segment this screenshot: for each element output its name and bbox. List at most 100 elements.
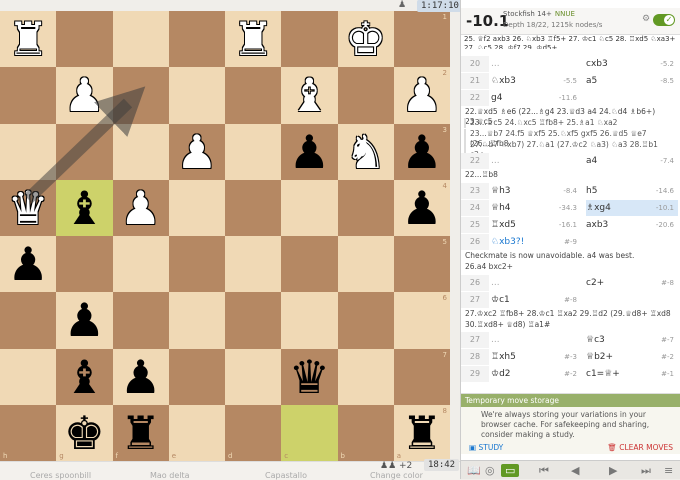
black-move[interactable]: c2+ #-8 <box>586 275 678 291</box>
square-g2[interactable]: ♝ <box>56 348 113 405</box>
black-move[interactable]: axb3 -20.6 <box>586 217 678 233</box>
square-d3[interactable] <box>225 292 282 349</box>
square-e6[interactable]: ♟ <box>168 123 225 180</box>
white-move[interactable]: ... <box>491 153 581 169</box>
square-g4[interactable] <box>56 236 113 293</box>
square-b2[interactable] <box>337 348 394 405</box>
white-move[interactable]: ... <box>491 275 581 291</box>
target-icon[interactable]: ◎ <box>485 464 495 477</box>
square-e4[interactable] <box>168 236 225 293</box>
variation-line[interactable]: 23...♕c5 24.♘xc5 ♖fb8+ 25.♗a1 ♘xa2 <box>464 118 674 128</box>
white-move[interactable]: ♔d2 #-2 <box>491 366 581 382</box>
square-c5[interactable] <box>281 179 338 236</box>
square-a1[interactable]: ♜ 8 a <box>393 404 450 461</box>
gear-icon[interactable]: ⚙ <box>642 14 650 24</box>
square-h8[interactable]: ♜ <box>0 11 57 68</box>
white-rook[interactable]: ♜ <box>8 16 49 62</box>
white-queen[interactable]: ♛ <box>8 185 49 231</box>
square-g8[interactable] <box>56 11 113 68</box>
square-e2[interactable] <box>168 348 225 405</box>
square-b1[interactable]: b <box>337 404 394 461</box>
square-g1[interactable]: ♚ g <box>56 404 113 461</box>
square-a8[interactable]: 1 <box>393 11 450 68</box>
black-move[interactable]: cxb3 -5.2 <box>586 56 678 72</box>
square-g3[interactable]: ♟ <box>56 292 113 349</box>
move-comment[interactable]: 22...♖b8 <box>461 170 680 180</box>
square-a7[interactable]: ♟ 2 <box>393 67 450 124</box>
chess-board[interactable]: ♜ ♜ ♚ 1 ♟ ♝ ♟ 2 ♟ ♟ ♞ ♟ 3 ♛ ♝ ♟ ♟ 4 ♟ 5 ♟ 6 ♝ ♟ ♛ 7 h ♚ g ♜ f e d c b ♜ 8 a <box>0 11 450 461</box>
square-c3[interactable] <box>281 292 338 349</box>
white-move[interactable]: ♕h4 -34.3 <box>491 200 581 216</box>
black-rook[interactable]: ♜ <box>120 410 161 456</box>
white-move[interactable]: ♖xd5 -16.1 <box>491 217 581 233</box>
engine-toggle[interactable]: ✓ <box>653 14 675 26</box>
square-f3[interactable] <box>112 292 169 349</box>
black-move[interactable]: a5 -8.5 <box>586 73 678 89</box>
black-rook[interactable]: ♜ <box>401 410 442 456</box>
white-knight[interactable]: ♞ <box>345 129 386 175</box>
square-b4[interactable] <box>337 236 394 293</box>
square-h1[interactable]: h <box>0 404 57 461</box>
square-f7[interactable] <box>112 67 169 124</box>
square-b8[interactable]: ♚ <box>337 11 394 68</box>
white-move[interactable]: ♔c1 #-8 <box>491 292 581 308</box>
study-button[interactable]: ▣ STUDY <box>469 443 503 452</box>
black-bishop[interactable]: ♝ <box>64 185 105 231</box>
white-move[interactable]: ... <box>491 56 581 72</box>
square-h7[interactable] <box>0 67 57 124</box>
principal-variation-2[interactable]: 27. ♘c5 28. ♔f7 29. ♔d5+ <box>464 44 678 49</box>
menu-icon[interactable]: ≡ <box>664 464 673 477</box>
square-d7[interactable] <box>225 67 282 124</box>
square-b3[interactable] <box>337 292 394 349</box>
square-f8[interactable] <box>112 11 169 68</box>
square-d8[interactable]: ♜ <box>225 11 282 68</box>
square-g6[interactable] <box>56 123 113 180</box>
white-pawn[interactable]: ♟ <box>120 185 161 231</box>
square-b5[interactable] <box>337 179 394 236</box>
square-b7[interactable] <box>337 67 394 124</box>
square-d4[interactable] <box>225 236 282 293</box>
square-h4[interactable]: ♟ <box>0 236 57 293</box>
principal-variation[interactable]: 25. ♕f2 axb3 26. ♘xb3 ♖f5+ 27. ♔c1 ♘c5 2… <box>464 35 678 43</box>
white-move[interactable]: g4 -11.6 <box>491 90 581 106</box>
next-move-icon[interactable]: ▶ <box>609 464 617 477</box>
black-pawn[interactable]: ♟ <box>8 241 49 287</box>
square-e7[interactable] <box>168 67 225 124</box>
square-d2[interactable] <box>225 348 282 405</box>
square-a2[interactable]: 7 <box>393 348 450 405</box>
square-h5[interactable]: ♛ <box>0 179 57 236</box>
black-bishop[interactable]: ♝ <box>64 354 105 400</box>
white-move[interactable]: ♘xb3?! #-9 <box>491 234 581 250</box>
square-a3[interactable]: 6 <box>393 292 450 349</box>
square-d1[interactable]: d <box>225 404 282 461</box>
square-e8[interactable] <box>168 11 225 68</box>
square-c2[interactable]: ♛ <box>281 348 338 405</box>
square-a5[interactable]: ♟ 4 <box>393 179 450 236</box>
white-king[interactable]: ♚ <box>345 16 386 62</box>
black-move[interactable]: ♗xg4 -10.1 <box>586 200 678 216</box>
white-move[interactable]: ♘xb3 -5.5 <box>491 73 581 89</box>
square-c8[interactable] <box>281 11 338 68</box>
square-g5[interactable]: ♝ <box>56 179 113 236</box>
black-move[interactable]: ♕b2+ #-2 <box>586 349 678 365</box>
square-c4[interactable] <box>281 236 338 293</box>
square-c1[interactable]: c <box>281 404 338 461</box>
white-move[interactable]: ... <box>491 332 581 348</box>
square-e3[interactable] <box>168 292 225 349</box>
white-bishop[interactable]: ♝ <box>289 72 330 118</box>
move-comment[interactable]: Checkmate is now unavoidable. a4 was bes… <box>461 251 680 261</box>
square-b6[interactable]: ♞ <box>337 123 394 180</box>
square-c7[interactable]: ♝ <box>281 67 338 124</box>
square-h3[interactable] <box>0 292 57 349</box>
black-move[interactable]: ♕c3 #-7 <box>586 332 678 348</box>
square-g7[interactable]: ♟ <box>56 67 113 124</box>
black-move[interactable]: c1=♕+ #-1 <box>586 366 678 382</box>
last-move-icon[interactable]: ⏭ <box>641 464 651 478</box>
computer-icon[interactable]: ▭ <box>501 464 520 477</box>
square-a6[interactable]: ♟ 3 <box>393 123 450 180</box>
book-icon[interactable]: 📖 <box>467 464 481 477</box>
black-move[interactable]: h5 -14.6 <box>586 183 678 199</box>
square-f1[interactable]: ♜ f <box>112 404 169 461</box>
square-c6[interactable]: ♟ <box>281 123 338 180</box>
square-f4[interactable] <box>112 236 169 293</box>
